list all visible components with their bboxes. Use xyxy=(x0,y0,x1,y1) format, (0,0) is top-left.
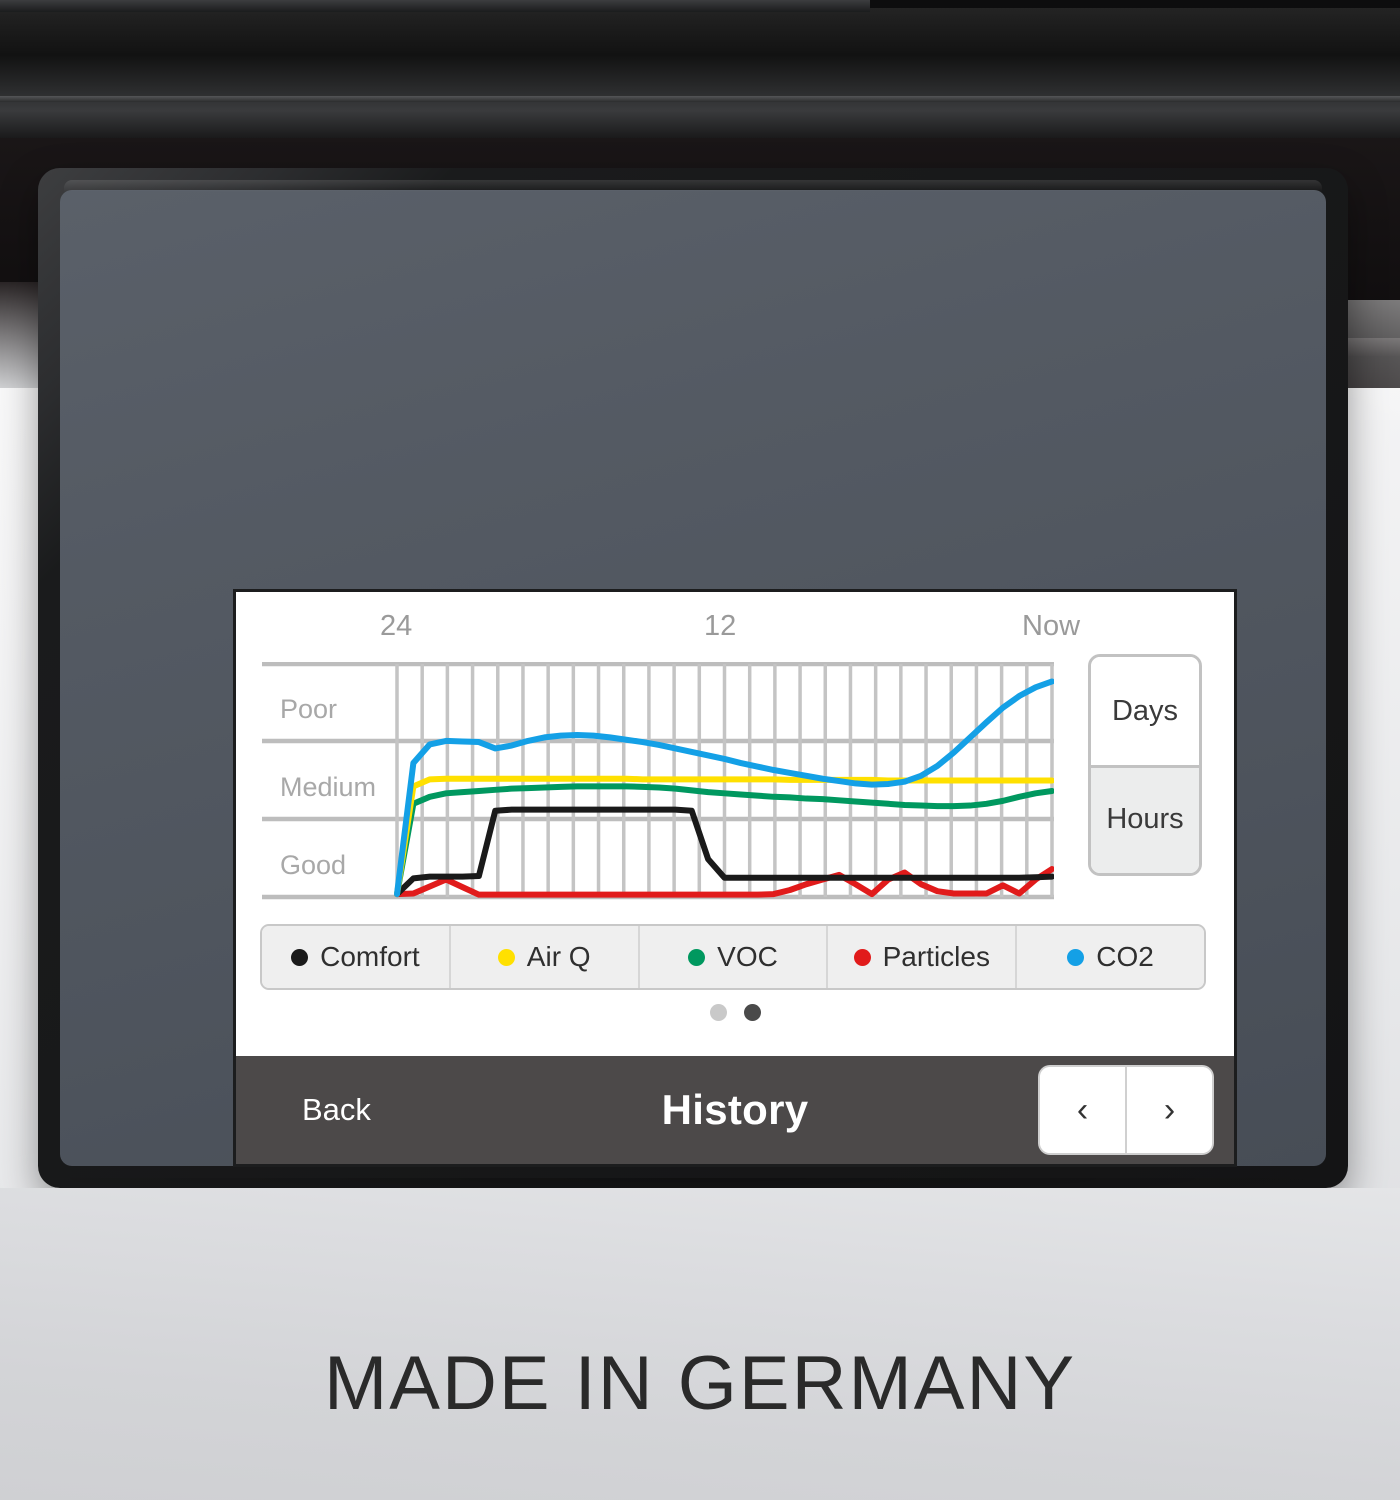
legend-color-dot-icon xyxy=(1067,948,1085,966)
legend-item-label: VOC xyxy=(717,941,778,972)
page-dot-1[interactable] xyxy=(709,1004,727,1021)
page-dot-2[interactable] xyxy=(743,1004,761,1021)
legend-item-particles[interactable]: Particles xyxy=(828,926,1018,988)
legend-item-co2[interactable]: CO2 xyxy=(1017,926,1204,988)
legend-color-dot-icon xyxy=(497,948,515,966)
page-nav-group[interactable]: ‹ › xyxy=(1040,1067,1212,1153)
timescale-divider xyxy=(1091,765,1199,768)
screen-bottom-bar: Back History ‹ › xyxy=(236,1056,1234,1164)
touchscreen[interactable]: 24 12 Now Poor Medium Good Days Hours Co… xyxy=(236,592,1234,1164)
timescale-hours-label: Hours xyxy=(1106,802,1184,835)
legend-item-label: CO2 xyxy=(1096,941,1154,972)
legend-item-label: Air Q xyxy=(526,941,591,972)
legend-item-comfort[interactable]: Comfort xyxy=(262,926,451,988)
legend-item-label: Particles xyxy=(882,941,990,972)
legend-item-voc[interactable]: VOC xyxy=(639,926,829,988)
chevron-right-icon[interactable]: › xyxy=(1127,1067,1212,1153)
housing-seam xyxy=(0,96,1400,102)
made-in-germany-caption: MADE IN GERMANY xyxy=(323,1341,1077,1426)
legend-color-dot-icon xyxy=(688,948,706,966)
x-tick-12: 12 xyxy=(704,610,737,642)
legend-item-air-q[interactable]: Air Q xyxy=(450,926,640,988)
legend-color-dot-icon xyxy=(291,948,309,966)
chevron-left-icon[interactable]: ‹ xyxy=(1040,1067,1127,1153)
page-indicator[interactable] xyxy=(236,1004,1234,1021)
timescale-days-label: Days xyxy=(1111,694,1179,727)
control-panel-device: 24 12 Now Poor Medium Good Days Hours Co… xyxy=(38,168,1348,1188)
x-tick-24: 24 xyxy=(380,610,413,642)
legend-item-label: Comfort xyxy=(320,941,420,972)
timescale-toggle[interactable]: Days Hours xyxy=(1088,654,1202,876)
device-top-highlight xyxy=(64,180,1322,192)
product-photo-scene: 24 12 Now Poor Medium Good Days Hours Co… xyxy=(0,0,1400,1500)
chart-plot-area xyxy=(262,662,1054,912)
appliance-housing-top xyxy=(0,0,1400,138)
timescale-option-hours[interactable]: Hours xyxy=(1091,765,1199,873)
chart-x-axis-labels: 24 12 Now xyxy=(236,610,1234,650)
chart-svg xyxy=(262,662,1054,900)
series-legend[interactable]: Comfort Air Q VOC Particles CO2 xyxy=(260,924,1206,990)
history-chart-panel: 24 12 Now Poor Medium Good Days Hours Co… xyxy=(236,592,1234,1056)
x-tick-now: Now xyxy=(1022,610,1081,642)
legend-color-dot-icon xyxy=(853,948,871,966)
timescale-option-days[interactable]: Days xyxy=(1091,657,1199,765)
